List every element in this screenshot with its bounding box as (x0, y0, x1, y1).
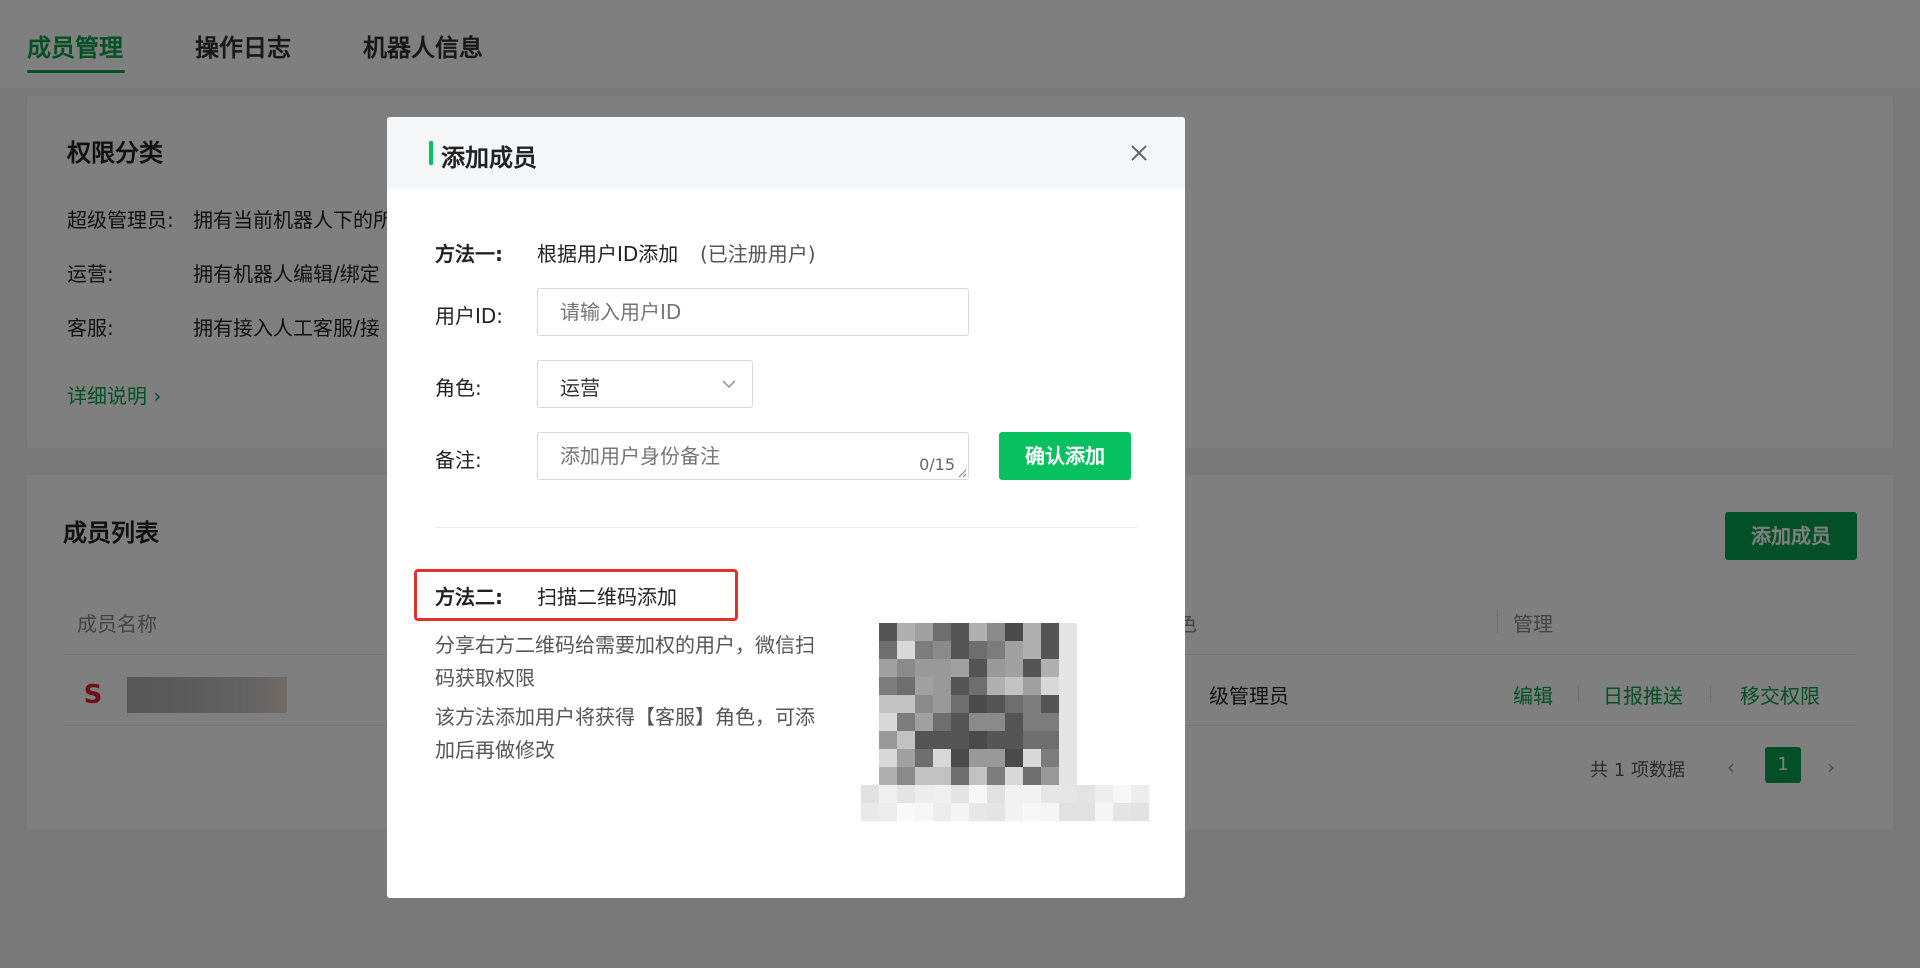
method-two-note: 该方法添加用户将获得【客服】角色，可添加后再做修改 (435, 705, 815, 762)
method-two-description: 分享右方二维码给需要加权的用户，微信扫码获取权限 (435, 633, 815, 690)
role-select[interactable]: 运营 (537, 360, 753, 408)
add-member-dialog: 添加成员 方法一: 根据用户ID添加 (已注册用户) 用户ID: 角色: 运营 … (387, 117, 1185, 898)
remark-input[interactable] (537, 432, 969, 480)
user-id-label: 用户ID: (435, 304, 504, 328)
method-one-label: 方法一: (435, 242, 503, 266)
section-divider (435, 527, 1137, 528)
qr-code-blurred (861, 623, 1149, 821)
method-two-label: 方法二: (435, 585, 503, 609)
dialog-header: 添加成员 (387, 117, 1185, 189)
close-icon[interactable] (1121, 135, 1157, 171)
user-id-input[interactable] (537, 288, 969, 336)
method-one-text: 根据用户ID添加 (537, 242, 679, 266)
method-two-text: 扫描二维码添加 (537, 585, 677, 609)
chevron-down-icon (722, 380, 736, 389)
title-accent-bar (429, 141, 433, 165)
remark-label: 备注: (435, 448, 482, 472)
remark-char-counter: 0/15 (919, 455, 955, 474)
remark-field: 0/15 (537, 432, 969, 480)
confirm-add-button[interactable]: 确认添加 (999, 432, 1131, 480)
resize-handle-icon[interactable] (957, 468, 967, 478)
method-one-hint: (已注册用户) (700, 242, 816, 266)
role-select-value: 运营 (560, 376, 600, 400)
role-label: 角色: (435, 376, 482, 400)
dialog-title: 添加成员 (441, 144, 537, 172)
